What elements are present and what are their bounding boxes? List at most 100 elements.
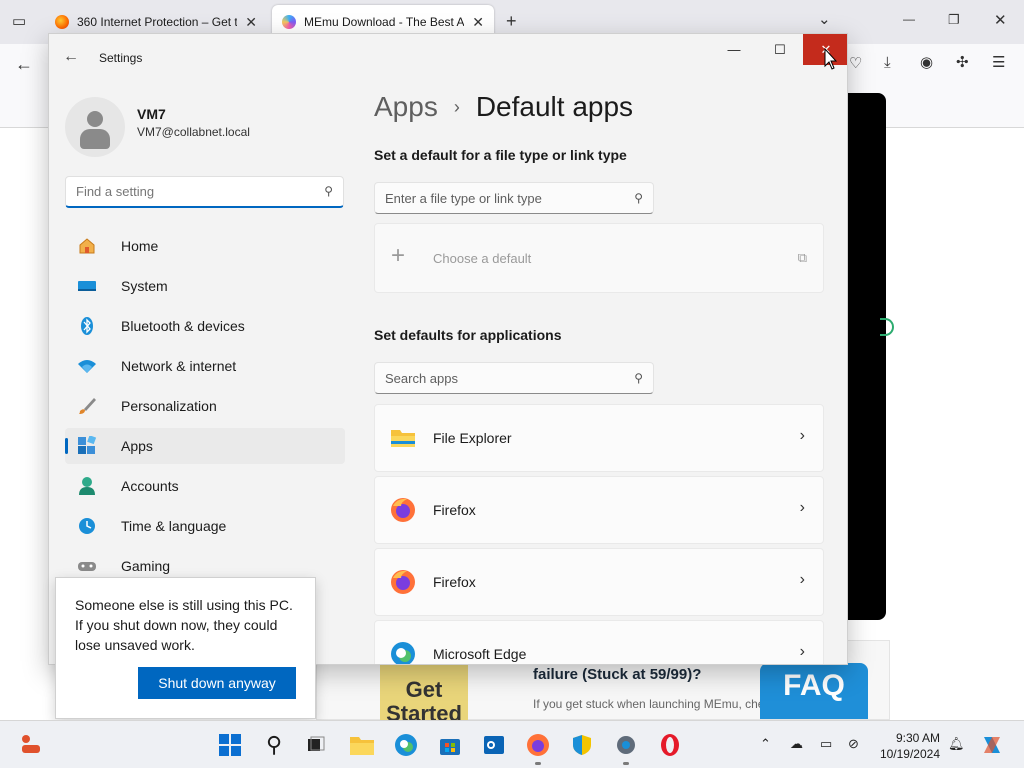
shut-down-anyway-button[interactable]: Shut down anyway — [138, 667, 296, 699]
opera-icon[interactable] — [656, 731, 684, 759]
sidebar-item-label: Network & internet — [121, 358, 237, 374]
edge-icon[interactable] — [392, 731, 420, 759]
breadcrumb-chevron-icon: › — [453, 96, 460, 117]
system-icon — [77, 276, 97, 296]
sidebar-item-network[interactable]: Network & internet — [65, 348, 345, 384]
filetype-search-input[interactable] — [375, 183, 615, 213]
settings-back-button[interactable]: ← — [63, 48, 79, 66]
running-indicator — [535, 762, 541, 765]
app-row-firefox[interactable]: Firefox › — [374, 476, 824, 544]
search-apps-input[interactable] — [375, 363, 615, 393]
chevron-right-icon: › — [799, 643, 805, 660]
search-icon[interactable]: ⚲ — [324, 184, 333, 198]
sidebar-item-bluetooth[interactable]: Bluetooth & devices — [65, 308, 345, 344]
app-row-microsoft-edge[interactable]: Microsoft Edge › — [374, 620, 824, 664]
menu-icon[interactable]: ☰ — [992, 55, 1005, 70]
settings-gear-icon[interactable] — [612, 731, 640, 765]
user-email: VM7@collabnet.local — [137, 125, 250, 139]
list-tabs-chevron-icon[interactable]: ⌄ — [818, 12, 831, 27]
minimize-button[interactable]: — — [711, 34, 757, 65]
browser-restore-button[interactable]: ❐ — [948, 13, 960, 26]
pocket-icon[interactable]: ♡ — [849, 56, 862, 71]
breadcrumb-parent[interactable]: Apps — [374, 91, 438, 123]
apps-icon — [77, 436, 97, 456]
sidebar-item-personalization[interactable]: Personalization — [65, 388, 345, 424]
tab-close-icon[interactable]: ✕ — [472, 14, 484, 31]
display-icon[interactable]: ▭ — [820, 736, 832, 752]
selection-indicator — [65, 438, 68, 454]
tab-list-icon[interactable]: ▭ — [12, 14, 26, 29]
downloads-icon[interactable]: ⤓ — [884, 55, 891, 70]
wifi-icon — [77, 356, 97, 376]
network-icon[interactable]: ☁ — [790, 736, 803, 752]
globe-clock-icon — [77, 516, 97, 536]
sidebar-item-label: Bluetooth & devices — [121, 318, 245, 334]
task-view-icon[interactable] — [302, 731, 330, 759]
sidebar-item-system[interactable]: System — [65, 268, 345, 304]
article-title[interactable]: failure (Stuck at 59/99)? — [533, 666, 701, 683]
app-name: Firefox — [433, 502, 476, 518]
taskbar-clock[interactable]: 9:30 AM 10/19/2024 — [880, 730, 940, 762]
sidebar-item-label: Time & language — [121, 518, 227, 534]
search-icon[interactable]: ⚲ — [634, 371, 643, 385]
avatar[interactable] — [65, 97, 125, 157]
apps-section-title: Set defaults for applications — [374, 327, 562, 343]
page-title: Default apps — [475, 91, 634, 122]
file-explorer-icon[interactable] — [348, 731, 376, 759]
filetype-search-box[interactable]: ⚲ — [374, 182, 654, 214]
firefox-icon[interactable] — [524, 731, 552, 765]
get-started-image[interactable]: Get Started — [380, 664, 468, 726]
chevron-right-icon: › — [799, 571, 805, 588]
sidebar-item-label: System — [121, 278, 168, 294]
start-icon[interactable] — [216, 731, 244, 759]
app-row-firefox[interactable]: Firefox › — [374, 548, 824, 616]
sidebar-item-apps[interactable]: Apps — [65, 428, 345, 464]
account-icon[interactable]: ◉ — [920, 55, 933, 70]
sidebar-nav: Home System Bluetooth & devices Network … — [65, 228, 345, 588]
sidebar-item-accounts[interactable]: Accounts — [65, 468, 345, 504]
brush-icon — [77, 396, 97, 416]
volume-muted-icon[interactable]: ⊘ — [848, 736, 859, 752]
app-list: File Explorer › Firefox › Firefox › Micr… — [374, 404, 824, 664]
notifications-bell-icon[interactable]: 🔔︎ — [948, 736, 965, 752]
search-icon[interactable]: ⚲ — [634, 191, 643, 205]
mouse-cursor-icon — [824, 48, 838, 70]
sidebar-item-time-language[interactable]: Time & language — [65, 508, 345, 544]
avatar-head — [87, 111, 103, 127]
chevron-right-icon: › — [799, 499, 805, 516]
app-name: File Explorer — [433, 430, 512, 446]
user-name: VM7 — [137, 106, 166, 122]
faq-image[interactable]: FAQ — [760, 663, 868, 719]
tab-label: 360 Internet Protection – Get the — [77, 15, 238, 29]
sidebar-item-label: Apps — [121, 438, 153, 454]
sidebar-item-label: Accounts — [121, 478, 179, 494]
tab-close-icon[interactable]: ✕ — [245, 14, 257, 31]
maximize-button[interactable]: ☐ — [757, 34, 803, 65]
security-shield-icon[interactable] — [568, 731, 596, 759]
avatar-body — [80, 129, 110, 149]
tab-label: MEmu Download - The Best An — [304, 15, 465, 29]
article-snippet: If you get stuck when launching MEmu, ch… — [533, 697, 777, 711]
store-icon[interactable] — [436, 731, 464, 759]
app-row-file-explorer[interactable]: File Explorer › — [374, 404, 824, 472]
chevron-up-icon[interactable]: ⌃ — [760, 736, 771, 752]
copilot-icon[interactable] — [980, 733, 1004, 757]
search-icon[interactable]: ⚲ — [260, 731, 288, 759]
browser-back-button[interactable]: ← — [15, 55, 33, 73]
extensions-icon[interactable]: ✣ — [956, 55, 969, 70]
breadcrumb: Apps › Default apps — [374, 91, 633, 123]
browser-close-button[interactable]: ✕ — [994, 13, 1007, 28]
sidebar-item-home[interactable]: Home — [65, 228, 345, 264]
weather-widget-icon[interactable] — [18, 731, 46, 759]
firefox-icon — [391, 498, 415, 522]
file-explorer-icon — [391, 430, 415, 447]
outlook-icon[interactable] — [480, 731, 508, 759]
browser-minimize-button[interactable]: — — [903, 13, 915, 25]
edge-icon — [391, 642, 415, 664]
choose-default-card: + Choose a default ⧉ — [374, 223, 824, 293]
find-setting-box[interactable]: ⚲ — [65, 176, 344, 208]
new-tab-button[interactable]: + — [506, 12, 517, 30]
find-setting-input[interactable] — [66, 177, 306, 205]
search-apps-box[interactable]: ⚲ — [374, 362, 654, 394]
bluetooth-icon — [77, 316, 97, 336]
